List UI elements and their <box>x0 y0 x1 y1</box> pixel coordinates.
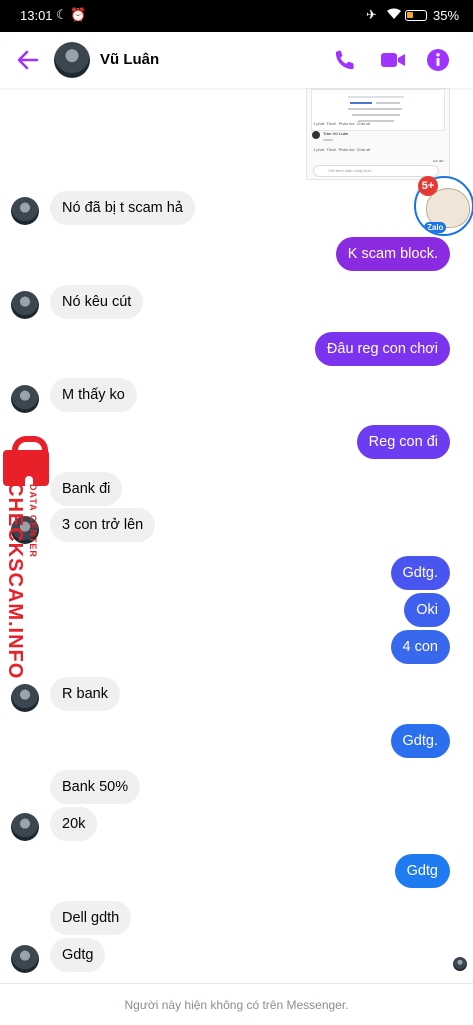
message-avatar[interactable] <box>11 684 39 712</box>
shared-screenshot[interactable]: 1 phút Thích Phản hồi Chia sẻ Trần Vũ Lu… <box>306 88 450 180</box>
wifi-icon <box>386 7 402 23</box>
message-avatar[interactable] <box>11 197 39 225</box>
thumb-sender: Trần Vũ Luân <box>323 131 349 136</box>
checkscam-watermark: CHECKSCAM.INFO DATA CENTER <box>0 436 52 679</box>
thumb-reply-box: Viết bình luận công khai... <box>313 165 439 177</box>
info-icon[interactable] <box>426 48 450 72</box>
back-arrow-icon[interactable] <box>14 46 42 74</box>
battery-icon <box>405 10 427 21</box>
message-bubble-incoming[interactable]: 3 con trở lên <box>50 508 156 542</box>
watermark-subtext: DATA CENTER <box>28 484 38 558</box>
message-bubble-outgoing[interactable]: Reg con đi <box>356 425 450 459</box>
moon-icon: ☾ <box>56 7 68 22</box>
zalo-label: Zalo <box>424 222 447 233</box>
message-bubble-incoming[interactable]: 20k <box>50 807 98 841</box>
message-avatar[interactable] <box>11 291 39 319</box>
watermark-text: CHECKSCAM.INFO <box>4 482 26 680</box>
thumb-actions-2: 1 phút Thích Phản hồi Chia sẻ <box>313 147 371 152</box>
battery-percent: 35% <box>433 8 460 23</box>
message-bubble-outgoing[interactable]: Gdtg <box>394 854 450 888</box>
message-bubble-incoming[interactable]: R bank <box>50 677 120 711</box>
contact-name[interactable]: Vũ Luân <box>100 51 159 68</box>
message-bubble-incoming[interactable]: Bank đi <box>50 472 123 506</box>
unread-badge: 5+ <box>418 176 438 196</box>
unavailable-notice: Người này hiện không có trên Messenger. <box>124 998 349 1012</box>
message-avatar[interactable] <box>11 945 39 973</box>
message-bubble-incoming[interactable]: Dell gdth <box>50 901 132 935</box>
message-avatar[interactable] <box>11 813 39 841</box>
thumb-actions-1: 1 phút Thích Phản hồi Chia sẻ <box>313 121 371 126</box>
message-bubble-outgoing[interactable]: 4 con <box>390 630 450 664</box>
message-bubble-incoming[interactable]: Bank 50% <box>50 770 141 804</box>
airplane-icon: ✈ <box>366 7 377 22</box>
message-bubble-incoming[interactable]: M thấy ko <box>50 378 137 412</box>
video-call-icon[interactable] <box>380 48 406 72</box>
thumb-avatar <box>312 131 320 139</box>
message-avatar[interactable] <box>11 385 39 413</box>
thumb-tag: Gửi đến <box>433 159 444 163</box>
phone-call-icon[interactable] <box>333 48 357 72</box>
alarm-icon: ⏰ <box>70 7 87 22</box>
message-bubble-incoming[interactable]: Nó đã bị t scam hả <box>50 191 195 225</box>
message-bubble-outgoing[interactable]: Oki <box>404 593 450 627</box>
unavailable-footer: Người này hiện không có trên Messenger. <box>0 983 473 1025</box>
message-bubble-outgoing[interactable]: Gdtg. <box>390 556 450 590</box>
message-bubble-incoming[interactable]: Gdtg <box>50 938 106 972</box>
status-bar: 13:01 ☾ ⏰ ✈ 35% <box>0 0 473 32</box>
message-bubble-incoming[interactable]: Nó kêu cút <box>50 285 144 319</box>
contact-avatar[interactable] <box>54 42 90 78</box>
status-time: 13:01 <box>20 8 53 23</box>
message-bubble-outgoing[interactable]: Đâu reg con chơi <box>314 332 450 366</box>
message-bubble-outgoing[interactable]: Gdtg. <box>390 724 450 758</box>
seen-indicator-avatar <box>453 957 467 971</box>
message-bubble-outgoing[interactable]: K scam block. <box>335 237 450 271</box>
chat-header: Vũ Luân <box>0 32 473 88</box>
